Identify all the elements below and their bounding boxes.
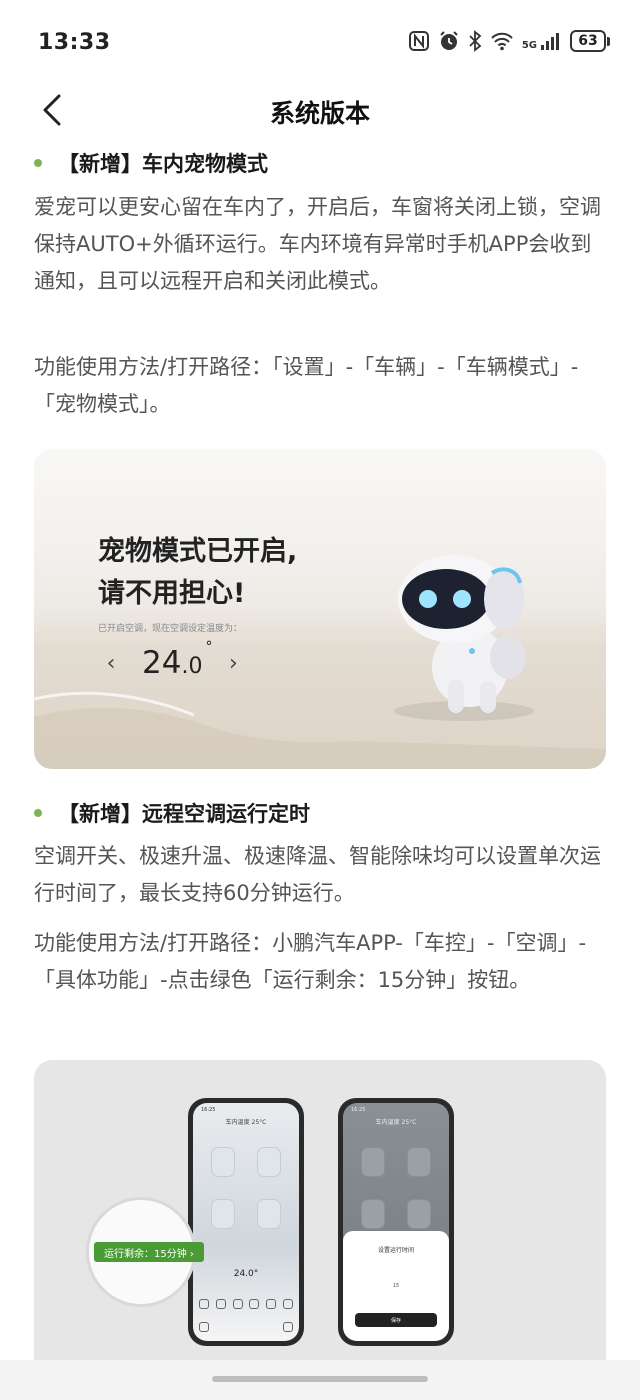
- sheet-save-button: 保存: [355, 1313, 437, 1327]
- temp-increase-icon: ›: [229, 650, 238, 676]
- section-description-pet-mode: 爱宠可以更安心留在车内了，开启后，车窗将关闭上锁，空调保持AUTO+外循环运行。…: [34, 195, 601, 293]
- timer-sheet: 设置运行时间 15 保存: [343, 1231, 449, 1341]
- status-time: 13:33: [38, 30, 111, 55]
- temperature-control: ‹ 24.0 ° ›: [98, 639, 246, 681]
- phone-mockup-ac: 16:25 车内温度 25°C 24.0°: [188, 1098, 304, 1346]
- section-path-pet-mode: 功能使用方法/打开路径：「设置」-「车辆」-「车辆模式」-「宠物模式」。: [34, 355, 579, 416]
- section-description-remote-ac: 空调开关、极速升温、极速降温、智能除味均可以设置单次运行时间了，最长支持60分钟…: [34, 844, 601, 905]
- header: 系统版本: [0, 86, 640, 134]
- robot-dog-image: [394, 555, 534, 721]
- alarm-icon: [438, 30, 460, 52]
- bullet-icon: [34, 809, 42, 817]
- bluetooth-icon: [468, 30, 482, 52]
- pet-mode-image: 宠物模式已开启, 请不用担心! 已开启空调，现在空调设定温度为： ‹ 24.0 …: [34, 449, 606, 769]
- section-path-remote-ac: 功能使用方法/打开路径：小鹏汽车APP-「车控」-「空调」-「具体功能」-点击绿…: [34, 931, 587, 992]
- wifi-icon: [490, 31, 514, 51]
- nfc-icon: [408, 30, 430, 52]
- remote-ac-image: 16:25 车内温度 25°C 24.0° 运行剩余：15分钟 › 16:25: [34, 1060, 606, 1360]
- pet-mode-title: 宠物模式已开启, 请不用担心!: [98, 536, 298, 609]
- home-indicator[interactable]: [212, 1376, 428, 1382]
- pet-mode-subtext: 已开启空调，现在空调设定温度为：: [98, 624, 243, 634]
- battery-icon: 63: [570, 30, 610, 52]
- status-icons: 5G 63: [408, 30, 610, 52]
- phone-mockup-timer: 16:25 车内温度 25°C 设置运行时间 15 保存: [338, 1098, 454, 1346]
- phone-temperature: 24.0°: [233, 1269, 259, 1279]
- section-heading-pet-mode: 【新增】车内宠物模式: [34, 148, 268, 178]
- temp-decrease-icon: ‹: [106, 650, 116, 676]
- remaining-time-button: 运行剩余：15分钟 ›: [94, 1242, 204, 1262]
- temperature-value: 24.0 °: [142, 639, 213, 681]
- signal-icon: 5G: [522, 31, 562, 51]
- section-heading-remote-ac: 【新增】远程空调运行定时: [34, 798, 310, 828]
- status-bar: 13:33 5G 63: [0, 0, 640, 86]
- page-title: 系统版本: [269, 99, 370, 128]
- bullet-icon: [34, 159, 42, 167]
